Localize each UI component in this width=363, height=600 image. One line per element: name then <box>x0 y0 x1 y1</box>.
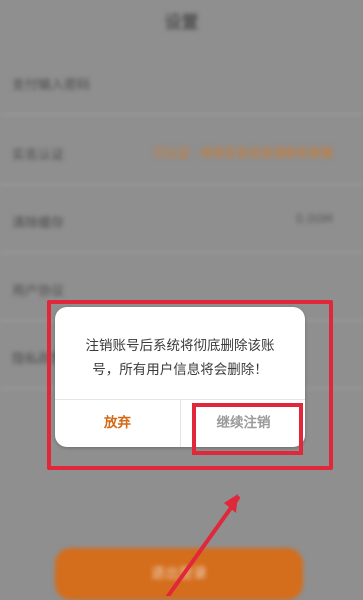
pointer-arrow-icon <box>166 494 240 596</box>
